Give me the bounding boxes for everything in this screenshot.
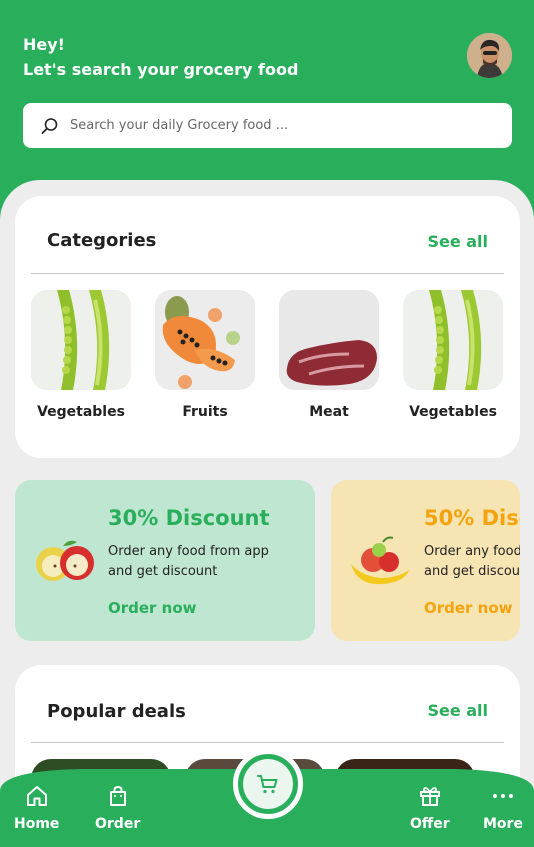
nav-offer[interactable]: Offer bbox=[410, 784, 450, 832]
promo-card[interactable]: 50% Discount Order any food from app and… bbox=[331, 480, 520, 641]
search-bar[interactable]: Search your daily Grocery food ... bbox=[23, 103, 512, 148]
search-icon bbox=[41, 117, 58, 134]
peas-image bbox=[31, 290, 131, 390]
apple-image bbox=[33, 536, 97, 588]
categories-see-all-link[interactable]: See all bbox=[427, 232, 488, 251]
category-label: Meat bbox=[309, 404, 349, 420]
order-now-link[interactable]: Order now bbox=[424, 599, 513, 617]
promo-title: 30% Discount bbox=[108, 506, 270, 530]
avatar[interactable] bbox=[467, 33, 512, 78]
nav-more[interactable]: More bbox=[483, 784, 523, 832]
promo-card[interactable]: 30% Discount Order any food from app and… bbox=[15, 480, 315, 641]
nav-order[interactable]: Order bbox=[95, 784, 140, 832]
divider bbox=[31, 742, 504, 743]
popular-see-all-link[interactable]: See all bbox=[427, 701, 488, 720]
promo-title: 50% Discount bbox=[424, 506, 520, 530]
nav-order-label: Order bbox=[95, 816, 141, 832]
papaya-image bbox=[155, 290, 255, 390]
popular-deals-title: Popular deals bbox=[47, 701, 186, 722]
nav-more-label: More bbox=[483, 816, 523, 832]
cart-button-inner bbox=[243, 759, 293, 809]
fruit-mix-image bbox=[349, 536, 413, 592]
meat-image bbox=[279, 290, 379, 390]
order-now-link[interactable]: Order now bbox=[108, 599, 197, 617]
home-icon bbox=[26, 786, 47, 806]
categories-title: Categories bbox=[47, 230, 157, 251]
category-label: Vegetables bbox=[409, 404, 497, 420]
cart-icon bbox=[257, 775, 278, 794]
peas-image bbox=[403, 290, 503, 390]
more-dots-icon bbox=[492, 794, 513, 798]
divider bbox=[31, 273, 504, 274]
nav-offer-label: Offer bbox=[410, 816, 450, 832]
category-label: Vegetables bbox=[37, 404, 125, 420]
category-item[interactable]: Vegetables bbox=[21, 290, 141, 420]
category-item[interactable]: Vegetables bbox=[393, 290, 513, 420]
nav-home[interactable]: Home bbox=[14, 784, 59, 832]
greeting: Hey! bbox=[23, 35, 65, 54]
category-label: Fruits bbox=[182, 404, 228, 420]
avatar-photo bbox=[467, 33, 512, 78]
subtitle: Let's search your grocery food bbox=[23, 60, 299, 79]
nav-home-label: Home bbox=[14, 816, 60, 832]
cart-button[interactable] bbox=[233, 749, 303, 819]
category-item[interactable]: Meat bbox=[269, 290, 389, 420]
search-input[interactable]: Search your daily Grocery food ... bbox=[70, 118, 288, 133]
category-item[interactable]: Fruits bbox=[145, 290, 265, 420]
gift-icon bbox=[419, 787, 440, 806]
shopping-bag-icon bbox=[109, 785, 126, 806]
promo-text: Order any food from app and get discount bbox=[108, 544, 269, 579]
promo-text: Order any food from app and get discount bbox=[424, 544, 520, 579]
categories-card: Categories See all Vegetables Fruits Mea… bbox=[15, 196, 520, 458]
